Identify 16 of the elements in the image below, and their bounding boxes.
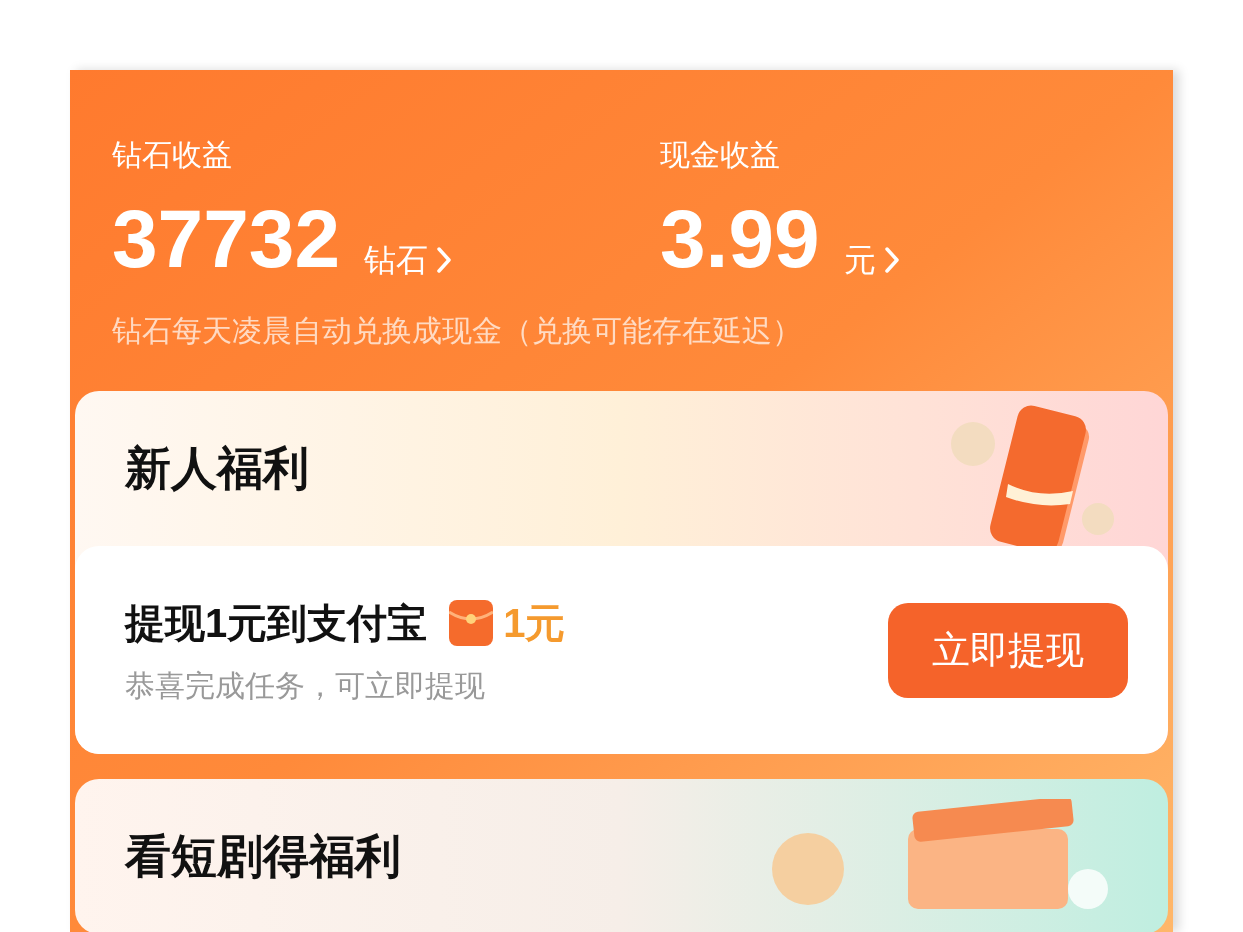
reward-amount: 1元 — [503, 599, 566, 647]
task-title: 提现1元到支付宝 — [125, 599, 428, 647]
section-title: 看短剧得福利 — [125, 829, 401, 884]
exchange-note: 钻石每天凌晨自动兑换成现金（兑换可能存在延迟） — [111, 313, 803, 349]
chevron-icon[interactable] — [436, 246, 453, 274]
chevron-icon[interactable] — [883, 246, 900, 274]
section-title: 新人福利 — [125, 441, 309, 496]
earnings-value: 37732 — [112, 198, 341, 280]
task-subtitle: 恭喜完成任务，可立即提现 — [125, 667, 486, 704]
earnings-label: 钻石收益 — [112, 140, 233, 170]
envelope-icon — [449, 599, 494, 646]
earnings-unit[interactable]: 钻石 — [364, 244, 429, 276]
earnings-value: 3.99 — [660, 198, 820, 280]
withdraw-button[interactable]: 立即提现 — [888, 602, 1128, 698]
earnings-unit[interactable]: 元 — [843, 244, 876, 276]
earnings-label: 现金收益 — [660, 140, 781, 170]
